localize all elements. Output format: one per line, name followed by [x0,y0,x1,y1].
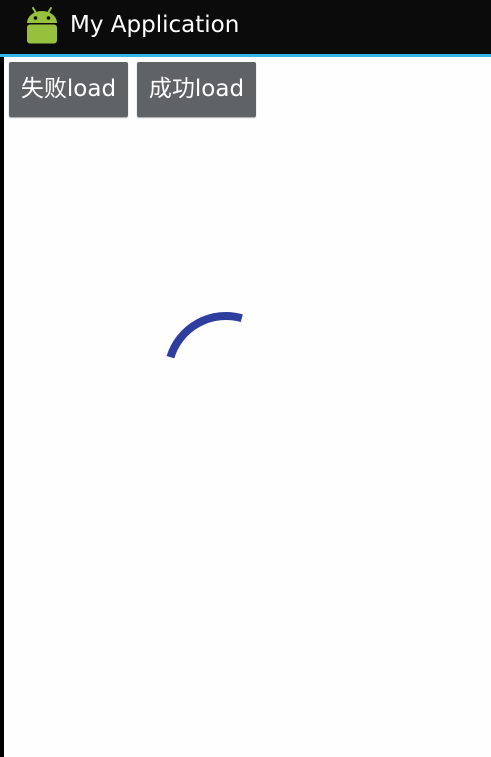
success-load-button[interactable]: 成功load [137,62,256,117]
app-title: My Application [70,12,240,38]
action-bar: My Application [0,0,491,54]
fail-load-button[interactable]: 失败load [9,62,128,117]
progress-spinner-icon [166,312,243,359]
android-robot-icon [27,7,57,44]
app-screen: My Application 失败load 成功load [0,0,491,757]
content-area: 失败load 成功load [4,57,491,757]
